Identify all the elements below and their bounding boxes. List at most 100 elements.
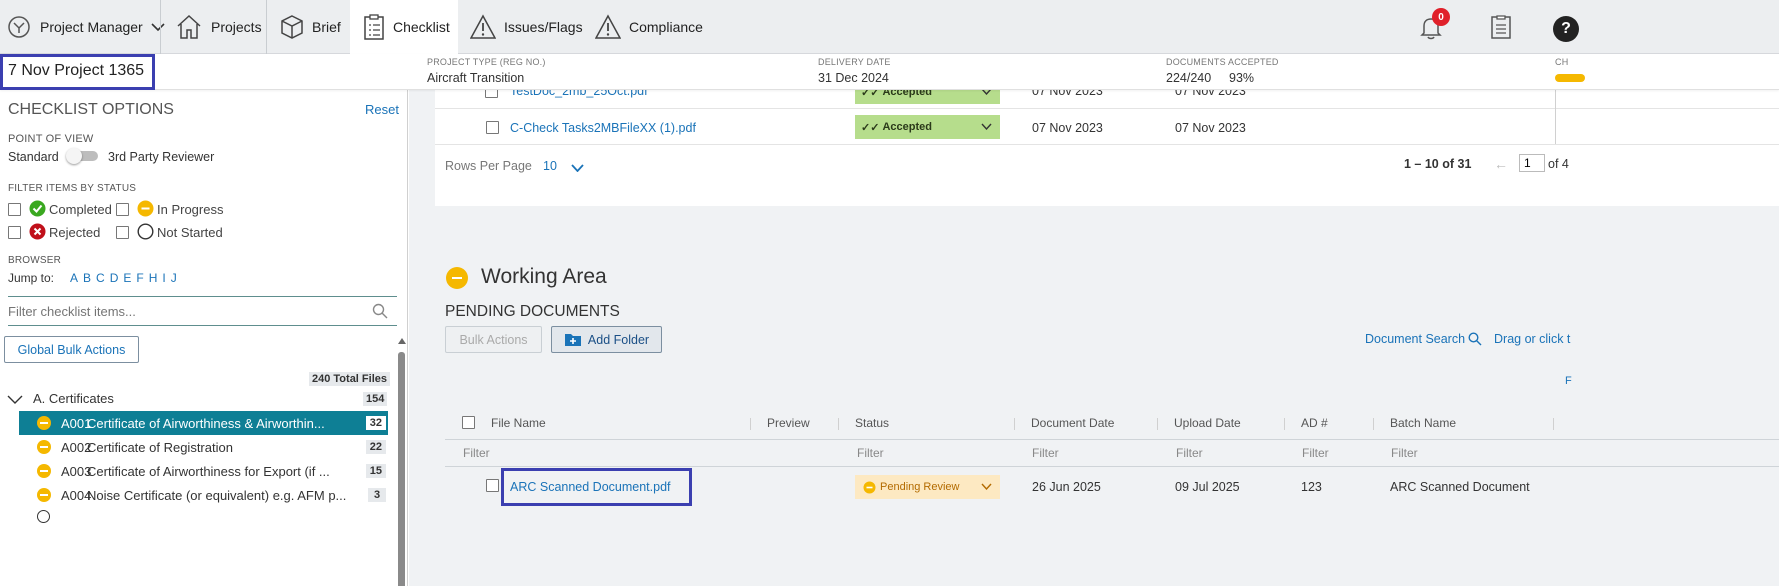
chevron-down-icon <box>981 123 992 130</box>
file-link[interactable]: ARC Scanned Document.pdf <box>510 480 671 494</box>
page-number-input[interactable] <box>1519 154 1545 172</box>
filter-input[interactable]: Filter <box>1032 446 1059 460</box>
column-header[interactable]: File Name <box>491 416 546 430</box>
in-progress-icon <box>137 200 154 217</box>
accepted-check-icon: ✓✓ <box>861 121 880 134</box>
jump-letter[interactable]: F <box>136 271 143 285</box>
tab-compliance[interactable]: Compliance <box>595 0 703 54</box>
in-progress-checkbox[interactable] <box>116 203 129 216</box>
status-dropdown[interactable]: Pending Review <box>855 475 1000 499</box>
tree-item-a002[interactable]: A002 Certificate of Registration 22 <box>19 435 388 459</box>
notification-count-badge: 0 <box>1432 8 1450 26</box>
column-header[interactable]: Batch Name <box>1390 416 1456 430</box>
column-header[interactable]: Upload Date <box>1174 416 1241 430</box>
jump-letter[interactable]: C <box>96 271 105 285</box>
in-progress-icon <box>37 488 51 502</box>
cube-icon <box>281 15 303 39</box>
chevron-down-icon <box>571 164 584 172</box>
not-started-checkbox[interactable] <box>116 226 129 239</box>
home-icon <box>177 14 201 39</box>
jump-letter[interactable]: J <box>171 271 177 285</box>
pov-toggle[interactable] <box>66 148 100 164</box>
filter-input[interactable]: Filter <box>857 446 884 460</box>
filter-input[interactable]: Filter <box>463 446 490 460</box>
tab-issues-flags[interactable]: Issues/Flags <box>470 0 583 54</box>
pending-documents-title: PENDING DOCUMENTS <box>445 303 620 320</box>
row-checkbox[interactable] <box>486 479 499 492</box>
prev-page-arrow-icon[interactable]: ← <box>1494 156 1508 172</box>
jump-letter[interactable]: B <box>83 271 91 285</box>
tab-checklist[interactable]: Checklist <box>350 0 458 54</box>
add-folder-button[interactable]: Add Folder <box>551 326 662 353</box>
pov-third-party-label: 3rd Party Reviewer <box>108 150 215 164</box>
reset-link[interactable]: Reset <box>365 102 399 117</box>
chevron-down-icon <box>7 395 23 404</box>
file-link[interactable]: C-Check Tasks2MBFileXX (1).pdf <box>510 121 696 135</box>
jump-letter[interactable]: E <box>123 271 131 285</box>
file-link[interactable]: TestDoc_2mb_25Oct.pdf <box>510 90 648 98</box>
upload-date: 09 Jul 2025 <box>1175 480 1240 494</box>
tab-brief[interactable]: Brief <box>280 0 341 54</box>
select-all-checkbox[interactable] <box>462 416 475 429</box>
pending-table-header: File Name Preview Status Document Date U… <box>445 408 1779 440</box>
left-panel-scrollbar[interactable] <box>396 338 406 586</box>
jump-letter[interactable]: A <box>70 271 78 285</box>
filter-input[interactable]: Filter <box>1391 446 1418 460</box>
row-checkbox[interactable] <box>485 90 498 98</box>
documents-table: TestDoc_2mb_25Oct.pdf ✓✓ Accepted 07 Nov … <box>435 90 1779 206</box>
in-progress-label: In Progress <box>157 202 224 217</box>
column-header[interactable]: AD # <box>1301 416 1328 430</box>
table-row: ARC Scanned Document.pdf Pending Review … <box>445 468 1779 508</box>
drag-upload-text[interactable]: Drag or click t <box>1494 332 1570 346</box>
documents-accepted-value: 224/240 <box>1166 71 1212 85</box>
filter-input[interactable]: Filter <box>1176 446 1203 460</box>
project-header: 7 Nov Project 1365 PROJECT TYPE (REG NO.… <box>0 54 1779 90</box>
bulk-actions-button[interactable]: Bulk Actions <box>445 326 542 353</box>
rejected-label: Rejected <box>49 225 101 240</box>
document-search-link[interactable]: Document Search <box>1365 332 1482 346</box>
in-progress-icon <box>37 464 51 478</box>
edge-link[interactable]: F <box>1565 375 1572 387</box>
extra-column-label: CH <box>1555 57 1569 67</box>
total-pages: of 4 <box>1548 157 1569 171</box>
column-header[interactable]: Document Date <box>1031 416 1114 430</box>
completed-checkbox[interactable] <box>8 203 21 216</box>
chevron-down-icon <box>151 23 165 32</box>
rejected-checkbox[interactable] <box>8 226 21 239</box>
row-checkbox[interactable] <box>486 121 499 134</box>
browser-label: BROWSER <box>8 255 62 266</box>
tab-projects[interactable]: Projects <box>175 0 262 54</box>
filter-input[interactable]: Filter <box>1302 446 1329 460</box>
tree-item-a001[interactable]: A001 Certificate of Airworthiness & Airw… <box>19 411 388 435</box>
document-date: 26 Jun 2025 <box>1032 480 1101 494</box>
help-icon[interactable]: ? <box>1553 16 1579 42</box>
notifications-button[interactable]: 0 <box>1418 8 1450 40</box>
warning-icon <box>470 14 496 39</box>
completed-label: Completed <box>49 202 112 217</box>
tree-group-certificates[interactable]: A. Certificates 154 <box>4 390 388 410</box>
tasks-button[interactable] <box>1490 14 1512 43</box>
document-date: 07 Nov 2023 <box>1032 121 1103 135</box>
jump-letter[interactable]: D <box>110 271 119 285</box>
rows-per-page-label: Rows Per Page <box>445 159 532 173</box>
tree-item-a004[interactable]: A004 Noise Certificate (or equivalent) e… <box>19 483 388 507</box>
role-menu[interactable]: Project Manager <box>6 0 165 54</box>
rows-per-page-select[interactable]: 10 <box>543 159 584 173</box>
search-icon[interactable] <box>372 303 388 319</box>
column-header[interactable]: Preview <box>767 416 810 430</box>
jump-letter[interactable]: I <box>162 271 165 285</box>
upload-date: 07 Nov 2023 <box>1175 90 1246 98</box>
status-dropdown[interactable]: ✓✓ Accepted <box>855 90 1000 104</box>
chevron-down-icon <box>981 483 992 490</box>
tree-item-a003[interactable]: A003 Certificate of Airworthiness for Ex… <box>19 459 388 483</box>
documents-accepted-percent: 93% <box>1229 71 1255 85</box>
column-header[interactable]: Status <box>855 416 889 430</box>
jump-letter[interactable]: H <box>149 271 158 285</box>
completed-check-icon <box>29 200 46 217</box>
clipboard-icon <box>364 14 384 40</box>
checklist-filter-input[interactable] <box>8 301 368 321</box>
status-dropdown[interactable]: ✓✓ Accepted <box>855 115 1000 139</box>
delivery-date-label: DELIVERY DATE <box>818 57 891 67</box>
global-bulk-actions-button[interactable]: Global Bulk Actions <box>4 336 139 363</box>
checklist-filter-box <box>8 296 397 326</box>
